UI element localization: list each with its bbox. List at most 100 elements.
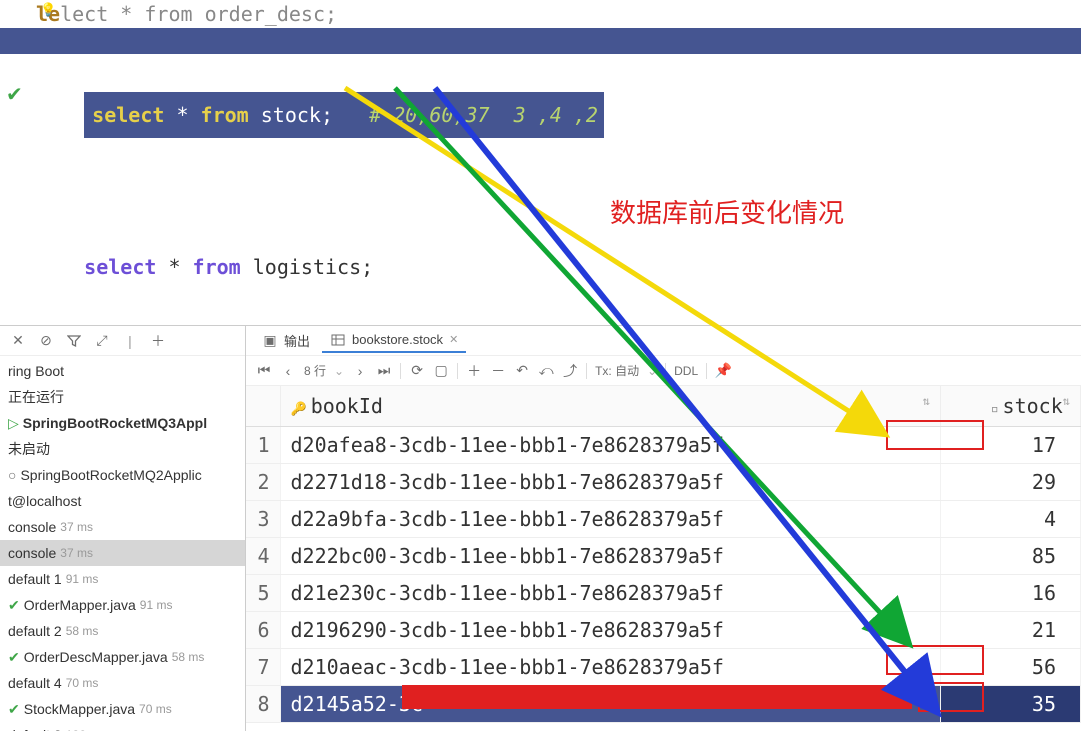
tree-item-label: OrderDescMapper.java (24, 645, 168, 669)
add-icon[interactable]: ＋ (150, 333, 166, 349)
tree-not-started: 未启动 (0, 436, 245, 462)
tree-item[interactable]: default 1 91 ms (0, 566, 245, 592)
table-row[interactable]: 6d2196290-3cdb-11ee-bbb1-7e8628379a5f21 (246, 612, 1081, 649)
cell-stock[interactable]: 85 (941, 538, 1081, 575)
rownum-header[interactable] (246, 386, 280, 427)
annotation-label: 数据库前后变化情况 (610, 193, 844, 230)
row-number[interactable]: 7 (246, 649, 280, 686)
undo-icon[interactable]: ⤺ (538, 363, 554, 379)
col-stock[interactable]: ▫stock⇅ (941, 386, 1081, 427)
tree-item[interactable]: default 3 126 ms (0, 722, 245, 731)
circle-slash-icon[interactable]: ⊘ (38, 333, 54, 349)
tree-item[interactable]: console 37 ms (0, 514, 245, 540)
row-number[interactable]: 6 (246, 612, 280, 649)
bulb-icon[interactable]: 💡 (40, 2, 58, 18)
editor-line-2: select * from logistics; (36, 210, 1081, 324)
cell-stock[interactable]: 35 (941, 686, 1081, 723)
tree-host[interactable]: t@localhost (0, 488, 245, 514)
cell-stock[interactable]: 29 (941, 464, 1081, 501)
row-number[interactable]: 8 (246, 686, 280, 723)
editor-line-0: lelect * from order_desc; (36, 0, 1081, 28)
red-cover-bar (402, 685, 912, 709)
tree-item-label: console (8, 541, 56, 565)
row-number[interactable]: 3 (246, 501, 280, 538)
tree-item-label: StockMapper.java (24, 697, 135, 721)
tree-app2[interactable]: ○ SpringBootRocketMQ2Applic (0, 462, 245, 488)
circle-icon: ○ (8, 463, 16, 487)
row-number[interactable]: 2 (246, 464, 280, 501)
tree-item[interactable]: ✔OrderDescMapper.java 58 ms (0, 644, 245, 670)
check-icon: ✔ (8, 645, 20, 669)
next-page-icon[interactable]: › (352, 363, 368, 379)
tree-item[interactable]: console 37 ms (0, 540, 245, 566)
row-number[interactable]: 5 (246, 575, 280, 612)
revert-icon[interactable]: ↶ (514, 363, 530, 379)
expand-icon[interactable]: ⤢ (94, 333, 110, 349)
cell-stock[interactable]: 21 (941, 612, 1081, 649)
refresh-icon[interactable]: ⟳ (409, 363, 425, 379)
close-tab-icon[interactable]: ✕ (449, 333, 458, 346)
column-icon: ▫ (991, 402, 999, 417)
data-table[interactable]: 🔑bookId⇅ ▫stock⇅ 1d20afea8-3cdb-11ee-bbb… (246, 386, 1081, 723)
cell-bookid[interactable]: d210aeac-3cdb-11ee-bbb1-7e8628379a5f (280, 649, 941, 686)
table-row[interactable]: 4d222bc00-3cdb-11ee-bbb1-7e8628379a5f85 (246, 538, 1081, 575)
tree-toolbar: ✕ ⊘ ⤢ | ＋ (0, 326, 245, 356)
run-tree[interactable]: ring Boot 正在运行 ▷ SpringBootRocketMQ3Appl… (0, 356, 245, 731)
tree-item[interactable]: ✔OrderMapper.java 91 ms (0, 592, 245, 618)
table-row[interactable]: 1d20afea8-3cdb-11ee-bbb1-7e8628379a5f17 (246, 427, 1081, 464)
filter-icon[interactable] (66, 333, 82, 349)
tree-item-label: OrderMapper.java (24, 593, 136, 617)
cell-stock[interactable]: 16 (941, 575, 1081, 612)
tree-item-duration: 126 ms (66, 723, 105, 731)
tree-item-label: default 1 (8, 567, 62, 591)
table-row[interactable]: 2d2271d18-3cdb-11ee-bbb1-7e8628379a5f29 (246, 464, 1081, 501)
cell-stock[interactable]: 4 (941, 501, 1081, 538)
tree-item[interactable]: ✔StockMapper.java 70 ms (0, 696, 245, 722)
cell-stock[interactable]: 56 (941, 649, 1081, 686)
last-page-icon[interactable]: ⏭ (376, 363, 392, 379)
table-row[interactable]: 7d210aeac-3cdb-11ee-bbb1-7e8628379a5f56 (246, 649, 1081, 686)
sort-icon[interactable]: ⇅ (923, 394, 930, 408)
tree-item[interactable]: default 2 58 ms (0, 618, 245, 644)
cell-stock[interactable]: 17 (941, 427, 1081, 464)
row-number[interactable]: 1 (246, 427, 280, 464)
table-row[interactable]: 5d21e230c-3cdb-11ee-bbb1-7e8628379a5f16 (246, 575, 1081, 612)
tree-running-label: 正在运行 (0, 384, 245, 410)
key-icon: 🔑 (291, 402, 307, 417)
cell-bookid[interactable]: d2271d18-3cdb-11ee-bbb1-7e8628379a5f (280, 464, 941, 501)
check-icon: ✔ (8, 697, 20, 721)
table-icon (330, 332, 346, 348)
pin-icon[interactable]: 📌 (715, 363, 731, 379)
submit-icon[interactable]: ⤴ (562, 363, 578, 379)
table-row[interactable]: 3d22a9bfa-3cdb-11ee-bbb1-7e8628379a5f4 (246, 501, 1081, 538)
col-bookid[interactable]: 🔑bookId⇅ (280, 386, 941, 427)
tree-item-duration: 91 ms (140, 593, 173, 617)
tree-item[interactable]: default 4 70 ms (0, 670, 245, 696)
check-icon: ✔ (6, 82, 30, 106)
cell-bookid[interactable]: d20afea8-3cdb-11ee-bbb1-7e8628379a5f (280, 427, 941, 464)
delete-row-icon[interactable]: － (490, 363, 506, 379)
row-number[interactable]: 4 (246, 538, 280, 575)
tree-app1[interactable]: ▷ SpringBootRocketMQ3Appl (0, 410, 245, 436)
cell-bookid[interactable]: d22a9bfa-3cdb-11ee-bbb1-7e8628379a5f (280, 501, 941, 538)
tab-bookstore-stock[interactable]: bookstore.stock✕ (322, 329, 466, 353)
add-row-icon[interactable]: ＋ (466, 363, 482, 379)
tx-mode[interactable]: Tx: 自动 (595, 362, 639, 379)
stop-icon[interactable]: ▢ (433, 363, 449, 379)
tab-output[interactable]: ▣输出 (254, 328, 318, 353)
sort-icon[interactable]: ⇅ (1063, 394, 1070, 408)
result-tabs: ▣输出 bookstore.stock✕ (246, 326, 1081, 356)
tree-root[interactable]: ring Boot (0, 358, 245, 384)
cell-bookid[interactable]: d222bc00-3cdb-11ee-bbb1-7e8628379a5f (280, 538, 941, 575)
tree-item-duration: 70 ms (66, 671, 99, 695)
sql-editor[interactable]: 💡 lelect * from order_desc; select * fro… (0, 0, 1081, 310)
bottom-panel: ✕ ⊘ ⤢ | ＋ ring Boot 正在运行 ▷ SpringBootRoc… (0, 325, 1081, 731)
cell-bookid[interactable]: d2196290-3cdb-11ee-bbb1-7e8628379a5f (280, 612, 941, 649)
ddl-button[interactable]: DDL (674, 364, 698, 378)
first-page-icon[interactable]: ⏮ (256, 363, 272, 379)
play-icon: ▷ (8, 411, 19, 435)
cell-bookid[interactable]: d21e230c-3cdb-11ee-bbb1-7e8628379a5f (280, 575, 941, 612)
close-icon[interactable]: ✕ (10, 333, 26, 349)
output-icon: ▣ (262, 333, 278, 349)
prev-page-icon[interactable]: ‹ (280, 363, 296, 379)
